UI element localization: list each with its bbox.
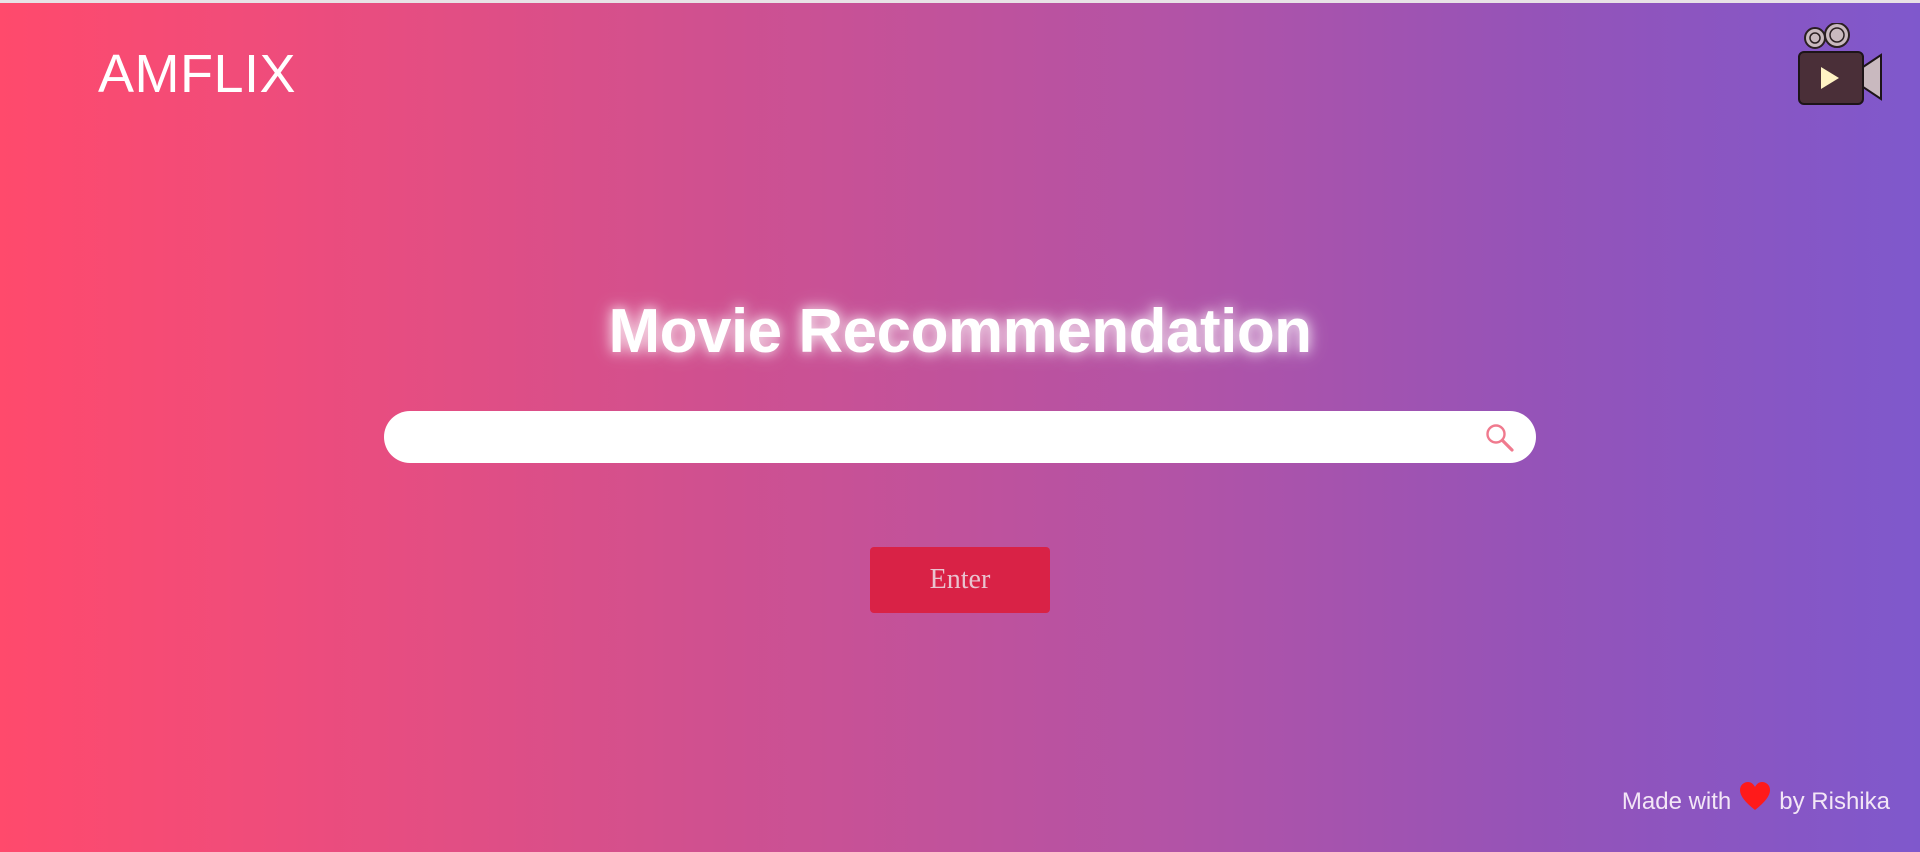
search-input[interactable] (408, 411, 1472, 465)
enter-button[interactable]: Enter (870, 547, 1050, 613)
heart-icon (1740, 782, 1771, 810)
footer-prefix: Made with (1621, 788, 1732, 815)
footer-credit: Made with by Rishika (1621, 782, 1890, 816)
search-bar[interactable] (384, 411, 1536, 465)
page-title: Movie Recommendation (608, 297, 1312, 366)
footer-suffix: by Rishika (1779, 788, 1890, 815)
movie-camera-icon (1798, 23, 1882, 105)
brand-logo-text[interactable]: AMFLIX (98, 44, 296, 104)
search-icon[interactable] (1484, 422, 1516, 454)
